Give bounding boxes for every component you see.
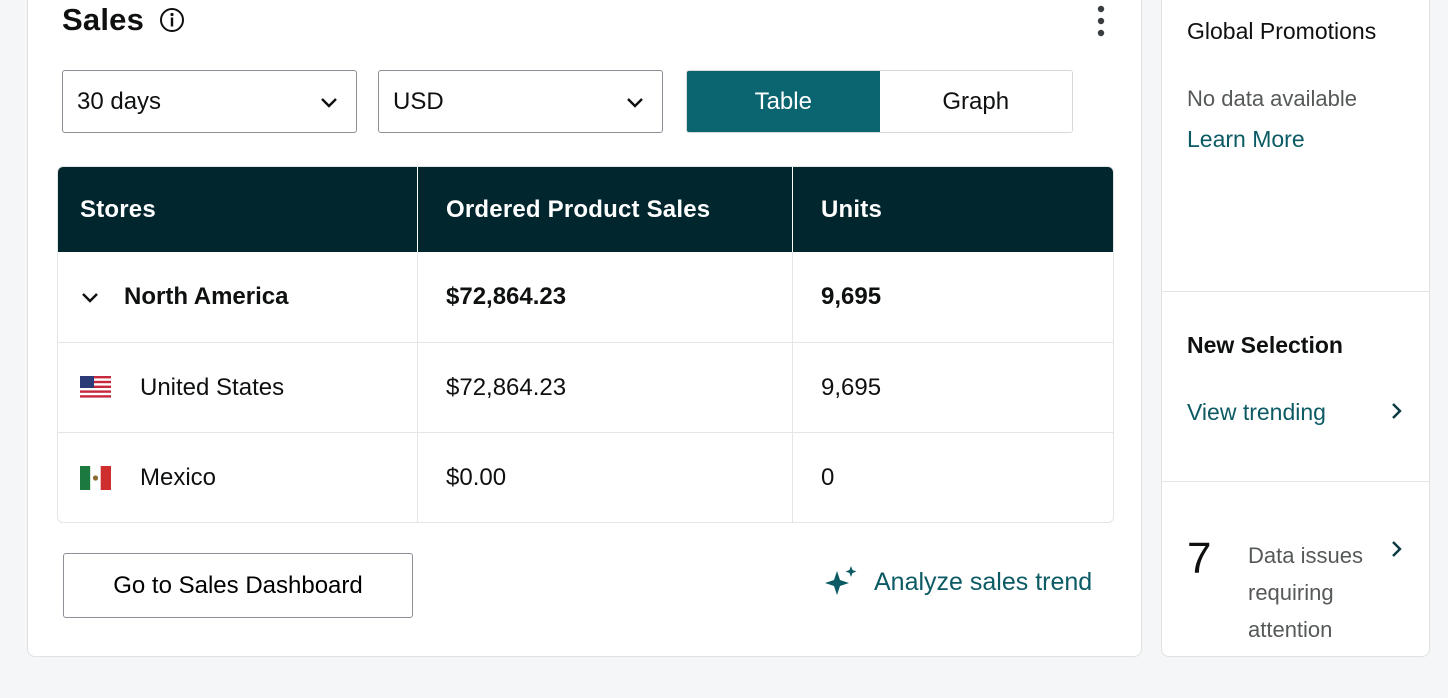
sales-header: Sales — [62, 1, 185, 39]
sales-card: Sales 30 days USD Table Graph Stores Ord… — [27, 0, 1142, 657]
table-row-united-states: United States $72,864.23 9,695 — [58, 342, 1113, 432]
global-promotions-section: Global Promotions No data available Lear… — [1162, 0, 1429, 291]
data-issues-count: 7 — [1187, 534, 1212, 583]
store-name: North America — [124, 283, 289, 310]
currency-dropdown[interactable]: USD — [378, 70, 663, 133]
currency-dropdown-value: USD — [393, 87, 444, 115]
analyze-sales-trend-label: Analyze sales trend — [874, 567, 1093, 596]
column-header-stores[interactable]: Stores — [58, 167, 417, 252]
global-promotions-title: Global Promotions — [1187, 18, 1377, 44]
chevron-down-icon — [627, 98, 643, 108]
sales-title: Sales — [62, 2, 145, 37]
graph-view-button[interactable]: Graph — [879, 71, 1072, 132]
more-options-icon[interactable] — [1091, 3, 1111, 39]
new-selection-title: New Selection — [1187, 332, 1343, 358]
sales-cell: $72,864.23 — [417, 252, 792, 342]
sales-cell: $0.00 — [417, 432, 792, 522]
data-issues-section[interactable]: 7 Data issues requiring attention — [1162, 481, 1429, 658]
new-selection-section: New Selection View trending — [1162, 291, 1429, 481]
sales-cell: $72,864.23 — [417, 342, 792, 432]
view-toggle: Table Graph — [686, 70, 1073, 133]
sales-table: Stores Ordered Product Sales Units North… — [57, 166, 1114, 523]
global-promotions-status: No data available — [1187, 86, 1358, 111]
table-view-button[interactable]: Table — [687, 71, 880, 132]
store-cell: United States — [58, 342, 417, 432]
go-to-sales-dashboard-button[interactable]: Go to Sales Dashboard — [63, 553, 413, 618]
us-flag-icon — [80, 375, 111, 400]
table-row-mexico: Mexico $0.00 0 — [58, 432, 1113, 522]
store-cell: North America — [58, 252, 417, 342]
data-issues-text: Data issues requiring attention — [1248, 543, 1363, 642]
column-header-units[interactable]: Units — [792, 167, 1113, 252]
store-name: Mexico — [140, 463, 217, 491]
period-dropdown[interactable]: 30 days — [62, 70, 357, 133]
info-icon[interactable] — [159, 7, 185, 33]
analyze-sales-trend-link[interactable]: Analyze sales trend — [823, 565, 1092, 599]
side-panel: Global Promotions No data available Lear… — [1161, 0, 1430, 657]
mexico-flag-icon — [80, 465, 111, 490]
chevron-down-icon[interactable] — [80, 287, 100, 307]
chevron-right-icon[interactable] — [1387, 540, 1405, 558]
chevron-right-icon[interactable] — [1387, 402, 1405, 420]
view-trending-link[interactable]: View trending — [1187, 399, 1326, 426]
units-cell: 0 — [792, 432, 1113, 522]
store-cell: Mexico — [58, 432, 417, 522]
chevron-down-icon — [321, 98, 337, 108]
sparkle-icon — [825, 566, 857, 595]
column-header-ordered-product-sales[interactable]: Ordered Product Sales — [417, 167, 792, 252]
table-row-north-america: North America $72,864.23 9,695 — [58, 252, 1113, 342]
units-cell: 9,695 — [792, 252, 1113, 342]
period-dropdown-value: 30 days — [77, 87, 162, 115]
store-name: United States — [140, 373, 285, 401]
table-header-row: Stores Ordered Product Sales Units — [58, 167, 1113, 252]
learn-more-link[interactable]: Learn More — [1187, 126, 1305, 153]
units-cell: 9,695 — [792, 342, 1113, 432]
